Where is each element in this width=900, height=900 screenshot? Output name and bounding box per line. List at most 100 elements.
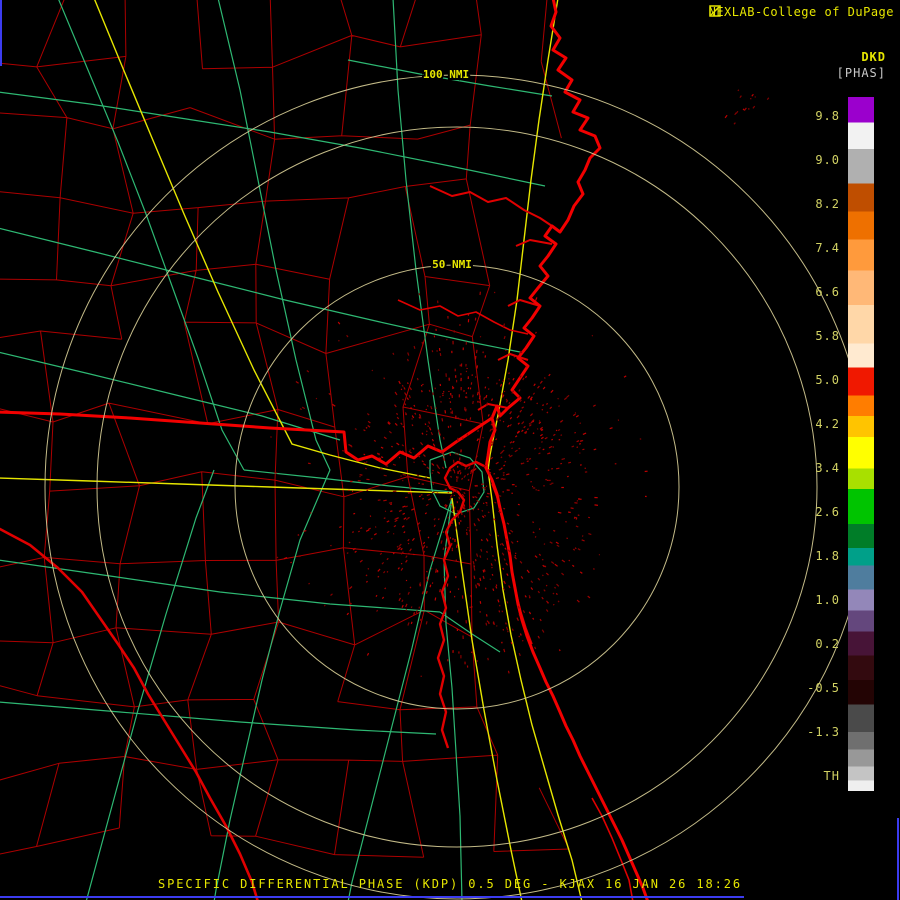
radar-echo bbox=[498, 495, 502, 497]
radar-echo bbox=[575, 525, 579, 528]
radar-echo bbox=[520, 351, 523, 354]
radar-echo bbox=[499, 383, 503, 387]
radar-echo bbox=[548, 373, 551, 377]
radar-echo bbox=[529, 413, 534, 417]
radar-echo bbox=[439, 589, 441, 593]
radar-echo bbox=[508, 454, 511, 457]
radar-echo bbox=[422, 545, 426, 549]
radar-echo bbox=[540, 436, 544, 440]
colorbar-bottom-label: TH bbox=[823, 769, 840, 783]
radar-echo bbox=[539, 380, 543, 384]
radar-echo bbox=[570, 507, 574, 510]
radar-echo bbox=[486, 492, 490, 495]
radar-echo bbox=[380, 446, 384, 449]
radar-echo bbox=[426, 576, 429, 579]
radar-echo bbox=[351, 531, 355, 533]
radar-echo bbox=[440, 540, 443, 544]
radar-echo bbox=[594, 504, 599, 506]
radar-echo bbox=[502, 379, 505, 383]
radar-echo bbox=[497, 534, 500, 537]
radar-echo bbox=[407, 352, 410, 356]
radar-echo bbox=[538, 447, 541, 449]
radar-echo bbox=[498, 468, 502, 471]
radar-echo bbox=[461, 477, 464, 480]
radar-echo bbox=[498, 610, 501, 613]
radar-echo bbox=[426, 404, 429, 407]
radar-echo bbox=[332, 403, 336, 407]
radar-echo bbox=[502, 567, 505, 570]
radar-echo bbox=[383, 499, 387, 502]
radar-echo bbox=[367, 420, 371, 424]
road-yellow bbox=[487, 0, 583, 900]
radar-echo bbox=[508, 401, 511, 405]
radar-echo bbox=[542, 404, 545, 407]
radar-echo bbox=[383, 517, 386, 520]
radar-echo bbox=[522, 610, 526, 614]
radar-echo bbox=[554, 563, 558, 567]
radar-echo bbox=[534, 646, 537, 650]
radar-echo bbox=[477, 429, 479, 433]
radar-echo bbox=[492, 621, 495, 625]
cod-logo-icon bbox=[708, 5, 721, 17]
radar-echo bbox=[543, 543, 546, 545]
radar-echo bbox=[510, 529, 514, 533]
radar-echo bbox=[538, 421, 542, 424]
radar-echo bbox=[535, 297, 538, 301]
radar-echo bbox=[365, 574, 368, 577]
road-green bbox=[0, 227, 521, 353]
radar-echo bbox=[467, 479, 470, 481]
radar-echo bbox=[766, 97, 770, 100]
radar-echo bbox=[402, 512, 406, 515]
radar-echo bbox=[501, 394, 505, 398]
radar-echo bbox=[418, 416, 421, 419]
radar-echo bbox=[530, 580, 534, 584]
radar-echo bbox=[505, 562, 509, 566]
radar-echo bbox=[386, 557, 389, 561]
radar-echo bbox=[553, 604, 555, 606]
radar-echo bbox=[503, 445, 506, 448]
frame-border-layer bbox=[0, 0, 899, 900]
radar-echo bbox=[464, 466, 467, 470]
radar-echo bbox=[560, 434, 563, 436]
radar-echo bbox=[541, 574, 544, 577]
radar-echo bbox=[428, 389, 431, 392]
radar-echo bbox=[538, 452, 541, 455]
radar-echo bbox=[495, 461, 499, 465]
radar-echo bbox=[447, 491, 450, 494]
radar-echo bbox=[449, 494, 453, 498]
radar-echo bbox=[394, 422, 398, 426]
radar-echo bbox=[486, 504, 488, 506]
radar-echo bbox=[543, 589, 546, 592]
radar-echo bbox=[486, 550, 488, 553]
radar-echo bbox=[509, 423, 512, 427]
radar-echo bbox=[346, 612, 350, 616]
colorbar-tick: 6.6 bbox=[815, 285, 840, 299]
radar-echo bbox=[402, 425, 405, 428]
radar-echo bbox=[591, 334, 594, 337]
radar-echo bbox=[295, 381, 299, 384]
radar-echo bbox=[476, 391, 479, 396]
road-yellow bbox=[94, 0, 431, 479]
radar-echo bbox=[476, 365, 479, 369]
radar-echo bbox=[413, 404, 416, 407]
radar-echo bbox=[526, 428, 529, 431]
radar-echo bbox=[467, 466, 471, 470]
radar-echo bbox=[545, 572, 549, 576]
radar-echo bbox=[561, 559, 566, 563]
radar-echo bbox=[501, 542, 505, 547]
radar-echo bbox=[474, 355, 477, 360]
radar-echo bbox=[406, 382, 409, 385]
radar-echo bbox=[541, 408, 544, 411]
colorbar-tick: 3.4 bbox=[815, 461, 840, 475]
radar-echo bbox=[450, 475, 453, 478]
radar-echo bbox=[477, 438, 480, 440]
radar-echo bbox=[377, 499, 381, 501]
radar-echo bbox=[430, 431, 434, 436]
radar-echo bbox=[557, 511, 562, 514]
radar-echo bbox=[593, 448, 597, 451]
radar-echoes-layer bbox=[270, 89, 865, 720]
radar-echo bbox=[400, 388, 403, 391]
radar-echo bbox=[516, 540, 519, 543]
radar-echo bbox=[405, 608, 408, 611]
radar-map-svg: 50 NMI 100 NMI bbox=[0, 0, 899, 900]
